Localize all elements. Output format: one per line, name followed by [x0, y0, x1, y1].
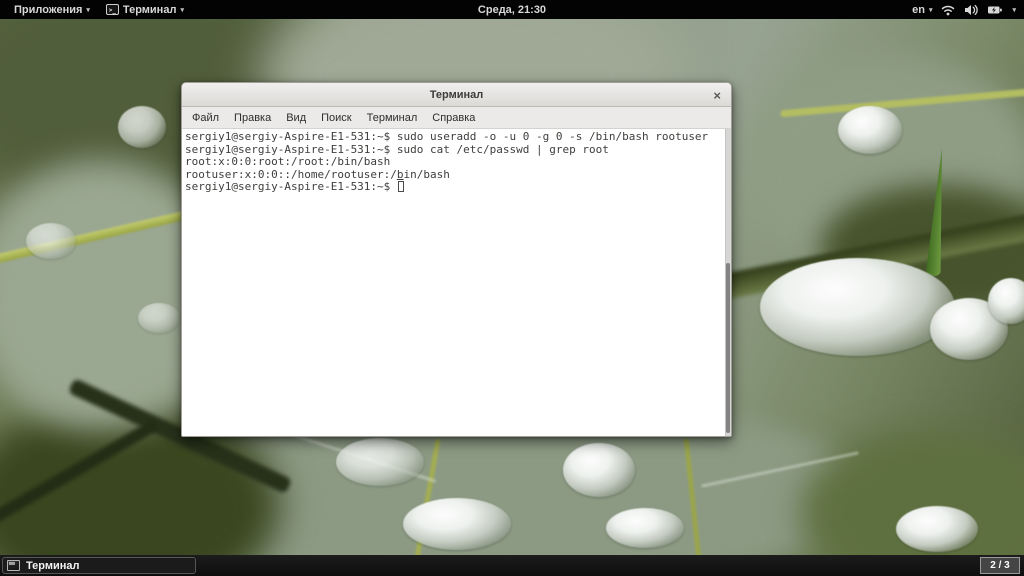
menu-item-терминал[interactable]: Терминал — [367, 112, 418, 124]
applications-menu-button[interactable]: Приложения ▾ — [8, 0, 96, 19]
desktop: Приложения ▾ >_ Терминал ▾ Среда, 21:30 … — [0, 0, 1024, 576]
window-titlebar[interactable]: Терминал × — [182, 83, 731, 107]
water-droplet — [563, 443, 635, 497]
water-droplet — [138, 303, 180, 333]
terminal-output: sergiy1@sergiy-Aspire-E1-531:~$ sudo use… — [182, 129, 731, 194]
water-droplet — [838, 106, 902, 154]
keyboard-layout-indicator[interactable]: en ▾ — [912, 4, 932, 16]
water-droplet — [26, 223, 76, 259]
terminal-window: Терминал × Файл Правка Вид Поиск Терминал Спр… — [181, 82, 732, 437]
chevron-down-icon: ▾ — [180, 6, 184, 14]
terminal-window-icon — [7, 560, 20, 571]
chevron-down-icon: ▾ — [1012, 6, 1016, 14]
terminal-app-icon: >_ — [106, 4, 119, 15]
taskbar-window-button[interactable]: Терминал — [2, 557, 196, 574]
volume-icon — [964, 4, 978, 16]
focused-app-menu-button[interactable]: >_ Терминал ▾ — [100, 0, 190, 19]
water-droplet — [118, 106, 166, 148]
scrollbar-thumb[interactable] — [726, 263, 730, 433]
menu-item-справка[interactable]: Справка — [432, 112, 475, 124]
focused-app-label: Терминал — [123, 4, 177, 16]
taskbar-window-label: Терминал — [26, 560, 80, 572]
water-droplet — [606, 508, 684, 548]
water-droplet — [896, 506, 978, 552]
water-droplet — [336, 438, 424, 486]
close-button[interactable]: × — [713, 83, 721, 107]
bottom-taskbar: Терминал 2 / 3 — [0, 555, 1024, 576]
terminal-cursor — [398, 181, 404, 192]
menu-item-поиск[interactable]: Поиск — [321, 112, 351, 124]
menu-bar: Файл Правка Вид Поиск Терминал Справка — [182, 107, 731, 129]
water-droplet — [403, 498, 511, 550]
chevron-down-icon: ▾ — [86, 6, 90, 14]
menu-item-вид[interactable]: Вид — [286, 112, 306, 124]
top-panel-left: Приложения ▾ >_ Терминал ▾ — [0, 0, 190, 19]
terminal-screen[interactable]: sergiy1@sergiy-Aspire-E1-531:~$ sudo use… — [182, 129, 731, 436]
system-tray[interactable]: en ▾ — [912, 4, 1024, 16]
menu-item-файл[interactable]: Файл — [192, 112, 219, 124]
leaf-patch — [800, 428, 1024, 576]
water-droplet — [760, 258, 955, 356]
window-title: Терминал — [430, 89, 484, 101]
top-panel: Приложения ▾ >_ Терминал ▾ Среда, 21:30 … — [0, 0, 1024, 19]
terminal-line: sergiy1@sergiy-Aspire-E1-531:~$ — [185, 181, 723, 194]
chevron-down-icon: ▾ — [929, 6, 933, 14]
applications-menu-label: Приложения — [14, 4, 82, 16]
clock-label: Среда, 21:30 — [478, 4, 546, 16]
scrollbar-track[interactable] — [725, 129, 731, 436]
battery-charging-icon — [987, 4, 1003, 16]
menu-item-правка[interactable]: Правка — [234, 112, 271, 124]
keyboard-layout-label: en — [912, 4, 925, 16]
wifi-icon — [941, 4, 955, 16]
workspace-indicator[interactable]: 2 / 3 — [980, 557, 1020, 574]
